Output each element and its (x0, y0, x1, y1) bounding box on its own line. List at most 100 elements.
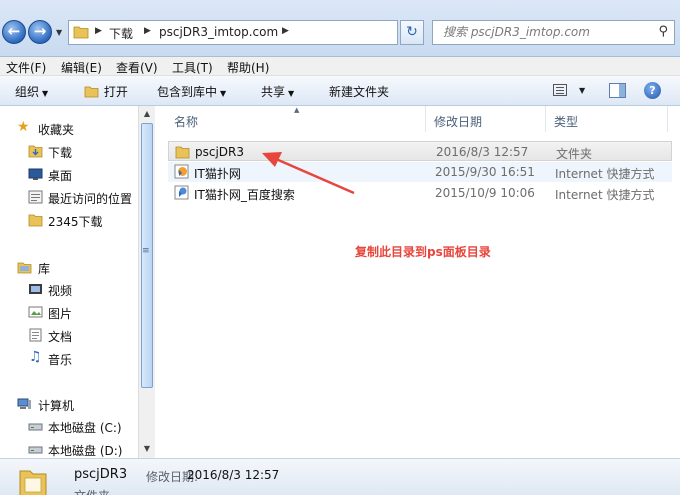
open-folder-icon (84, 86, 99, 98)
sidebar-item-label: 计算机 (38, 399, 75, 413)
file-row-pscjdr3[interactable]: pscjDR3 2016/8/3 12:57 文件夹 (168, 141, 672, 161)
picture-icon (28, 306, 43, 318)
details-pane: pscjDR3 修改日期: 2016/8/3 12:57 文件夹 (0, 458, 680, 495)
sidebar-item-recent-places[interactable]: 最近访问的位置 (0, 187, 140, 207)
scroll-up-icon[interactable]: ▲ (141, 107, 153, 121)
sidebar-item-label: 图片 (48, 307, 73, 321)
menu-help[interactable]: 帮助(H) (227, 59, 269, 76)
desktop-icon (28, 168, 43, 180)
view-dropdown-icon[interactable]: ▼ (579, 86, 585, 95)
document-icon (29, 328, 42, 342)
new-folder-button[interactable]: 新建文件夹 (329, 83, 389, 100)
open-label: 打开 (103, 85, 128, 99)
sidebar-item-label: 视频 (48, 284, 73, 298)
drive-icon (28, 423, 43, 431)
open-button[interactable]: 打开 (84, 83, 128, 100)
sidebar-item-videos[interactable]: 视频 (0, 279, 140, 299)
folder-icon (73, 26, 89, 39)
breadcrumb-separator-icon[interactable]: ▶ (95, 26, 102, 36)
sidebar-item-documents[interactable]: 文档 (0, 325, 140, 345)
breadcrumb-separator-icon[interactable]: ▶ (144, 26, 151, 36)
help-icon[interactable]: ? (644, 82, 661, 99)
sidebar-item-favorites[interactable]: ★ 收藏夹 (0, 118, 140, 138)
navigation-scrollbar[interactable]: ▲ ≡ ▼ (138, 106, 155, 458)
file-date: 2015/10/9 10:06 (435, 186, 535, 200)
chevron-down-icon: ▼ (288, 89, 295, 98)
preview-pane-icon[interactable] (609, 83, 626, 98)
star-icon: ★ (17, 119, 30, 135)
forward-button[interactable]: → (28, 20, 52, 44)
details-file-type: 文件夹 (74, 487, 110, 495)
search-input[interactable] (443, 21, 653, 43)
file-name: IT猫扑网 (194, 167, 241, 181)
file-row-itmop-baidu[interactable]: IT猫扑网_百度搜索 2015/10/9 10:06 Internet 快捷方式 (168, 183, 672, 203)
sidebar-item-label: 本地磁盘 (C:) (48, 421, 122, 435)
sidebar-item-label: 音乐 (48, 353, 73, 367)
downloads-folder-icon (28, 145, 43, 158)
refresh-button[interactable]: ↻ (400, 20, 424, 45)
sidebar-item-pictures[interactable]: 图片 (0, 302, 140, 322)
details-file-name: pscjDR3 (74, 467, 128, 482)
sidebar-item-music[interactable]: ♫ 音乐 (0, 348, 140, 368)
file-name: IT猫扑网_百度搜索 (194, 188, 295, 202)
organize-label: 组织 (15, 85, 40, 99)
sidebar-item-downloads[interactable]: 下载 (0, 141, 140, 161)
menu-tools[interactable]: 工具(T) (172, 59, 213, 76)
search-icon[interactable]: ⚲ (658, 24, 668, 39)
libraries-icon (17, 262, 32, 274)
file-type: Internet 快捷方式 (555, 188, 655, 202)
share-label: 共享 (261, 85, 286, 99)
menu-edit[interactable]: 编辑(E) (61, 59, 102, 76)
sidebar-item-libraries[interactable]: 库 (0, 257, 140, 277)
sidebar-item-label: 文档 (48, 330, 73, 344)
file-list-bottom-area (156, 443, 680, 458)
sidebar-item-label: 库 (38, 262, 51, 276)
sidebar-item-label: 2345下载 (48, 215, 103, 229)
menu-file[interactable]: 文件(F) (6, 59, 46, 76)
column-header-name[interactable]: 名称 (156, 106, 426, 132)
breadcrumb-current-folder[interactable]: pscjDR3_imtop.com (159, 25, 278, 39)
scroll-down-icon[interactable]: ▼ (141, 442, 153, 456)
sidebar-item-desktop[interactable]: 桌面 (0, 164, 140, 184)
recent-pages-dropdown-icon[interactable]: ▼ (56, 28, 62, 37)
sidebar-item-drive-c[interactable]: 本地磁盘 (C:) (0, 416, 140, 436)
drive-icon (28, 446, 43, 454)
menu-view[interactable]: 查看(V) (116, 59, 158, 76)
file-list: ▲ 名称 修改日期 类型 pscjDR3 2016/8/3 12:57 文件夹 … (156, 106, 680, 458)
file-type: 文件夹 (556, 147, 593, 161)
column-header-type[interactable]: 类型 (546, 106, 668, 132)
include-in-library-button[interactable]: 包含到库中 ▼ (157, 83, 226, 100)
menu-bar: 文件(F) 编辑(E) 查看(V) 工具(T) 帮助(H) (0, 57, 680, 76)
breadcrumb-downloads[interactable]: 下载 (109, 25, 133, 42)
include-label: 包含到库中 (157, 85, 218, 99)
column-header-modified[interactable]: 修改日期 (426, 106, 546, 132)
large-folder-icon (19, 470, 47, 495)
back-button[interactable]: ← (2, 20, 26, 44)
file-date: 2016/8/3 12:57 (436, 145, 529, 159)
file-name: pscjDR3 (195, 145, 245, 159)
sidebar-item-label: 最近访问的位置 (48, 192, 133, 206)
address-bar-area: ← → ▼ ▶ 下载 ▶ pscjDR3_imtop.com ▶ ▼ ↻ ⚲ (0, 0, 680, 57)
computer-icon (17, 398, 31, 409)
sidebar-item-computer[interactable]: 计算机 (0, 394, 140, 414)
details-modified-value: 2016/8/3 12:57 (187, 468, 280, 482)
sidebar-item-label: 下载 (48, 146, 73, 160)
search-box[interactable]: ⚲ (432, 20, 675, 45)
internet-shortcut-icon (174, 164, 189, 179)
sidebar-item-drive-d[interactable]: 本地磁盘 (D:) (0, 439, 140, 459)
command-bar: 组织 ▼ 打开 包含到库中 ▼ 共享 ▼ 新建文件夹 ▼ ? (0, 76, 680, 106)
sidebar-item-2345-downloads[interactable]: 2345下载 (0, 210, 140, 230)
annotation-text: 复制此目录到ps面板目录 (355, 245, 491, 259)
file-row-itmop[interactable]: IT猫扑网 2015/9/30 16:51 Internet 快捷方式 (168, 162, 672, 182)
sidebar-item-label: 收藏夹 (38, 123, 75, 137)
internet-shortcut-icon (174, 185, 189, 200)
breadcrumb-separator-icon[interactable]: ▶ (282, 26, 289, 36)
file-type: Internet 快捷方式 (555, 167, 655, 181)
organize-button[interactable]: 组织 ▼ (15, 83, 48, 100)
chevron-down-icon: ▼ (220, 89, 227, 98)
folder-icon (175, 146, 190, 159)
address-box[interactable]: ▶ 下载 ▶ pscjDR3_imtop.com ▶ ▼ (68, 20, 462, 45)
change-view-icon[interactable] (553, 84, 567, 96)
share-button[interactable]: 共享 ▼ (261, 83, 294, 100)
navigation-pane: ★ 收藏夹 下载 桌面 最近访问的位置 2345下载 库 视频 图片 文档 ♫ … (0, 106, 140, 458)
